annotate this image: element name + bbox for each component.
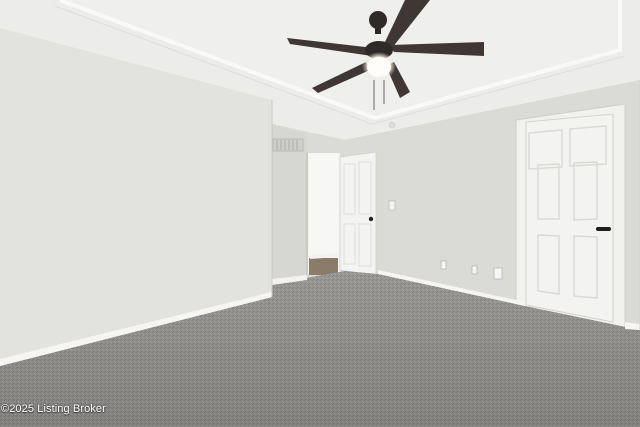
outlet-2 xyxy=(471,265,478,275)
smoke-detector xyxy=(388,121,396,129)
room-illustration xyxy=(0,0,640,427)
room-photo: ©2025 Listing Broker xyxy=(0,0,640,427)
watermark: ©2025 Listing Broker xyxy=(1,403,106,415)
door-handle-icon[interactable] xyxy=(368,216,374,222)
outlet-1 xyxy=(440,260,447,270)
closed-door-handle-icon[interactable] xyxy=(596,227,611,231)
outlet-3 xyxy=(493,267,503,280)
light-switch[interactable] xyxy=(388,200,396,211)
